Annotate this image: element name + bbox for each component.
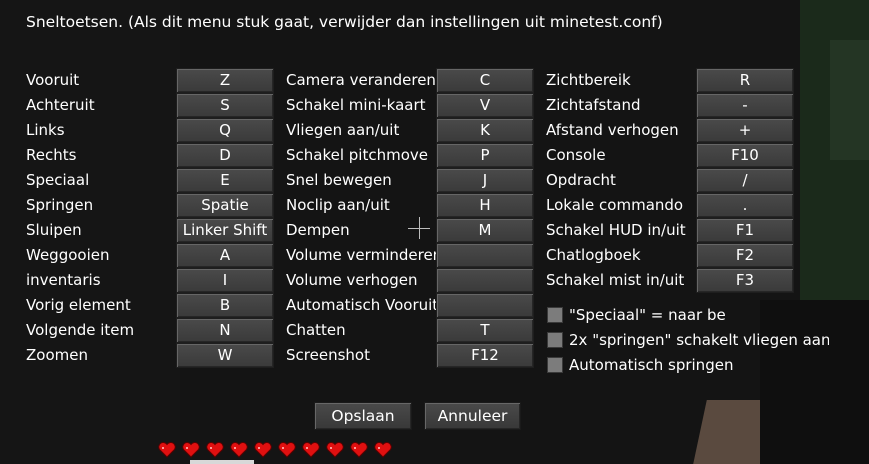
keybinding-label: Lokale commando [546, 196, 684, 214]
keybinding-label: Volume verhogen [286, 271, 418, 289]
keybinding-button[interactable]: B [176, 293, 274, 318]
keybinding-button[interactable]: + [696, 118, 794, 143]
option-checkbox[interactable] [547, 332, 563, 348]
keybinding-label: Zichtafstand [546, 96, 641, 114]
keybinding-button[interactable]: Spatie [176, 193, 274, 218]
keybinding-label: Volgende item [26, 321, 135, 339]
keybinding-button[interactable]: F3 [696, 268, 794, 293]
heart-icon [326, 442, 344, 458]
heart-icon [374, 442, 392, 458]
keybinding-button[interactable]: . [696, 193, 794, 218]
keybinding-button[interactable]: H [436, 193, 534, 218]
keybinding-label: Camera veranderen [286, 71, 436, 89]
keybinding-button[interactable]: K [436, 118, 534, 143]
keybinding-button[interactable]: Linker Shift [176, 218, 274, 243]
keybinding-button[interactable]: F12 [436, 343, 534, 368]
heart-icon [350, 442, 368, 458]
keybinding-button[interactable]: C [436, 68, 534, 93]
option-checkbox-label[interactable]: 2x "springen" schakelt vliegen aan/uit [569, 330, 829, 350]
keybinding-button[interactable]: Q [176, 118, 274, 143]
keybinding-label: Rechts [26, 146, 77, 164]
keybinding-label: Schakel pitchmove [286, 146, 429, 164]
keybinding-label: Achteruit [26, 96, 95, 114]
keybinding-button[interactable] [436, 268, 534, 293]
keybinding-label: Snel bewegen [286, 171, 392, 189]
heart-icon [206, 442, 224, 458]
heart-icon [278, 442, 296, 458]
heart-icon [230, 442, 248, 458]
keybinding-label: Vliegen aan/uit [286, 121, 400, 139]
keybinding-label: Schakel HUD in/uit [546, 221, 686, 239]
keybinding-button[interactable]: N [176, 318, 274, 343]
option-checkbox[interactable] [547, 357, 563, 373]
keybinding-label: Vooruit [26, 71, 80, 89]
keybinding-label: Automatisch Vooruit [286, 296, 439, 314]
keybinding-button[interactable]: E [176, 168, 274, 193]
option-checkbox[interactable] [547, 307, 563, 323]
keybinding-label: Chatten [286, 321, 346, 339]
crosshair-icon-vertical [419, 217, 420, 239]
keybinding-label: Dempen [286, 221, 350, 239]
heart-icon [302, 442, 320, 458]
keybinding-label: Afstand verhogen [546, 121, 679, 139]
heart-icon [254, 442, 272, 458]
background-dark-block [760, 300, 869, 464]
keybinding-label: Weggooien [26, 246, 110, 264]
save-button[interactable]: Opslaan [314, 402, 412, 430]
keybinding-button[interactable]: A [176, 243, 274, 268]
keybinding-button[interactable]: W [176, 343, 274, 368]
keybinding-label: inventaris [26, 271, 101, 289]
heart-icon [182, 442, 200, 458]
keybinding-label: Volume verminderen [286, 246, 443, 264]
keybinding-label: Schakel mini-kaart [286, 96, 426, 114]
keybinding-button[interactable]: S [176, 93, 274, 118]
keybinding-button[interactable]: - [696, 93, 794, 118]
keybinding-button[interactable]: F1 [696, 218, 794, 243]
keybinding-label: Console [546, 146, 606, 164]
keybinding-label: Screenshot [286, 346, 370, 364]
keybinding-button[interactable] [436, 293, 534, 318]
keybinding-label: Chatlogboek [546, 246, 641, 264]
keybinding-button[interactable]: M [436, 218, 534, 243]
keybinding-button[interactable]: J [436, 168, 534, 193]
keybinding-button[interactable]: P [436, 143, 534, 168]
keybinding-button[interactable]: F2 [696, 243, 794, 268]
keybinding-button[interactable]: / [696, 168, 794, 193]
heart-icon [158, 442, 176, 458]
keybinding-button[interactable]: V [436, 93, 534, 118]
keybindings-title: Sneltoetsen. (Als dit menu stuk gaat, ve… [26, 13, 663, 31]
keybinding-label: Vorig element [26, 296, 131, 314]
option-checkbox-label[interactable]: Automatisch springen [569, 355, 829, 375]
keybinding-label: Zoomen [26, 346, 88, 364]
keybinding-label: Noclip aan/uit [286, 196, 390, 214]
keybinding-button[interactable]: I [176, 268, 274, 293]
keybinding-button[interactable]: T [436, 318, 534, 343]
keybinding-button[interactable] [436, 243, 534, 268]
keybinding-label: Schakel mist in/uit [546, 271, 685, 289]
keybinding-label: Springen [26, 196, 94, 214]
option-checkbox-label[interactable]: "Speciaal" = naar beneden [569, 305, 726, 325]
keybinding-label: Links [26, 121, 65, 139]
keybinding-button[interactable]: Z [176, 68, 274, 93]
keybinding-button[interactable]: F10 [696, 143, 794, 168]
keybinding-label: Opdracht [546, 171, 616, 189]
keybinding-button[interactable]: D [176, 143, 274, 168]
hotbar-edge [190, 460, 254, 464]
keybinding-button[interactable]: R [696, 68, 794, 93]
keybinding-label: Speciaal [26, 171, 90, 189]
cancel-button[interactable]: Annuleer [424, 402, 521, 430]
keybinding-label: Sluipen [26, 221, 82, 239]
keybinding-label: Zichtbereik [546, 71, 631, 89]
background-grass-block-2 [830, 40, 869, 160]
